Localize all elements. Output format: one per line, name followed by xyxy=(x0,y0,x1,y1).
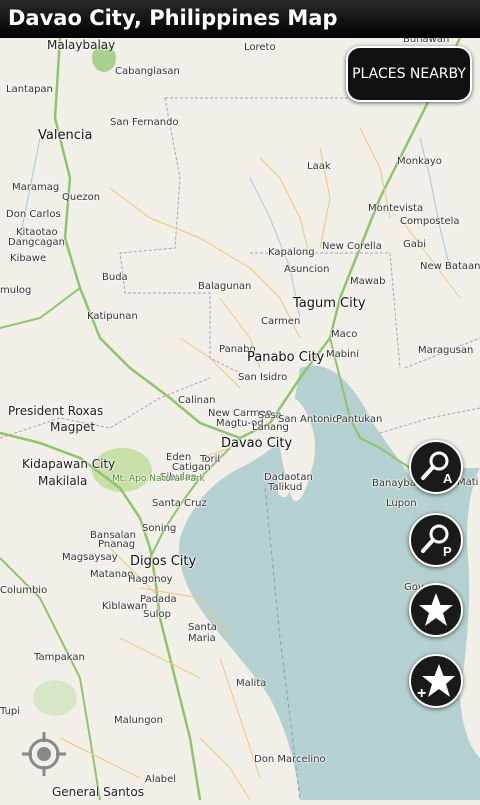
map-label-magpet: Magpet xyxy=(50,420,96,434)
map-label-alabel: Alabel xyxy=(145,774,177,785)
map-label-hagonoy: Hagonoy xyxy=(128,574,173,585)
map-label-montevista: Montevista xyxy=(368,203,424,214)
map-label-president-roxas: President Roxas xyxy=(8,404,104,418)
map-label-malita: Malita xyxy=(236,678,267,689)
map-label-maramag: Maramag xyxy=(12,182,60,193)
map-label-tupi: Tupi xyxy=(0,706,21,717)
add-favorite-button[interactable]: + xyxy=(409,654,463,708)
crosshair-location-icon xyxy=(22,732,66,776)
map-label-kibawe: Kibawe xyxy=(10,253,47,264)
favorites-button[interactable] xyxy=(409,583,463,637)
map-label-kidapawan-city: Kidapawan City xyxy=(22,457,116,471)
map-label-new-bataan: New Bataan xyxy=(420,261,480,272)
map-label-mawab: Mawab xyxy=(350,276,386,287)
map-label-panabo-city: Panabo City xyxy=(247,350,325,365)
map-label-magsaysay: Magsaysay xyxy=(62,552,118,563)
map-label-lupon: Lupon xyxy=(386,498,417,509)
map-label-pantukan: Pantukan xyxy=(336,414,383,425)
map-label-don-marcelino: Don Marcelino xyxy=(254,754,326,765)
map-label-santa-maria: Santa Maria xyxy=(188,622,217,644)
map-label-monkayo: Monkayo xyxy=(397,156,442,167)
search-place-button[interactable]: P xyxy=(409,513,463,567)
map-label-balagunan: Balagunan xyxy=(198,281,252,292)
map-label-calinan: Calinan xyxy=(178,395,216,406)
map-label-mt-apo: Mt. Apo Natural Park xyxy=(112,474,205,484)
places-nearby-button[interactable]: PLACES NEARBY xyxy=(346,46,472,102)
map-label-malaybalay: Malaybalay xyxy=(47,38,116,52)
locate-me-button[interactable] xyxy=(20,730,68,778)
map-label-maco: Maco xyxy=(331,329,358,340)
map-label-buda: Buda xyxy=(102,272,128,283)
page-title: Davao City, Philippines Map xyxy=(8,6,338,30)
map-label-columbio: Columbio xyxy=(0,585,48,596)
map-label-loreto: Loreto xyxy=(244,42,276,53)
map-label-san-isidro: San Isidro xyxy=(238,372,288,383)
plus-symbol: + xyxy=(417,685,426,701)
map-label-sulop: Sulop xyxy=(143,609,171,620)
magnifier-p-icon: P xyxy=(421,524,452,559)
map-label-mabini: Mabini xyxy=(326,349,359,360)
map-label-kapalong: Kapalong xyxy=(268,247,315,258)
star-icon xyxy=(419,593,453,626)
map-label-compostela: Compostela xyxy=(400,216,460,227)
map-label-tampakan: Tampakan xyxy=(34,652,85,663)
title-bar: Davao City, Philippines Map xyxy=(0,0,480,38)
map-label-talikud: Talikud xyxy=(268,482,303,493)
map-label-don-carlos: Don Carlos xyxy=(6,209,61,220)
map-view[interactable]: Malaybalay Loreto Buhawan Cabanglasan La… xyxy=(0,34,480,801)
map-label-santa-cruz: Santa Cruz xyxy=(152,498,207,509)
map-label-pnanag: Pnanag xyxy=(98,539,136,550)
map-label-digos-city: Digos City xyxy=(130,554,197,569)
map-label-maragusan: Maragusan xyxy=(418,345,474,356)
magnifier-letter: P xyxy=(443,544,452,559)
map-label-lantapan: Lantapan xyxy=(6,84,53,95)
map-label-san-fernando: San Fernando xyxy=(110,117,179,128)
map-label-soning: Soning xyxy=(142,523,177,534)
map-label-asuncion: Asuncion xyxy=(284,264,330,275)
map-label-katipunan: Katipunan xyxy=(87,311,138,322)
map-label-lanang: Lanang xyxy=(252,422,289,433)
map-label-laak: Laak xyxy=(307,161,331,172)
map-label-mulog: mulog xyxy=(0,285,32,296)
map-label-malungon: Malungon xyxy=(114,715,164,726)
search-address-button[interactable]: A xyxy=(409,440,463,494)
map-label-kiblawan: Kiblawan xyxy=(102,601,148,612)
map-label-cabanglasan: Cabanglasan xyxy=(115,66,180,77)
map-label-valencia: Valencia xyxy=(38,128,93,143)
map-label-carmen: Carmen xyxy=(261,316,301,327)
map-label-dangcagan: Dangcagan xyxy=(8,237,65,248)
magnifier-letter: A xyxy=(443,471,453,486)
map-label-matanao: Matanao xyxy=(90,569,134,580)
map-label-quezon: Quezon xyxy=(62,192,101,203)
map-label-general-santos: General Santos xyxy=(52,785,144,799)
map-label-new-corella: New Corella xyxy=(322,241,382,252)
map-label-gabi: Gabi xyxy=(403,239,427,250)
map-label-davao-city: Davao City xyxy=(221,436,293,451)
map-label-tagum-city: Tagum City xyxy=(293,296,366,311)
magnifier-a-icon: A xyxy=(421,451,453,486)
map-label-makilala: Makilala xyxy=(38,474,88,488)
star-plus-icon: + xyxy=(417,664,455,701)
